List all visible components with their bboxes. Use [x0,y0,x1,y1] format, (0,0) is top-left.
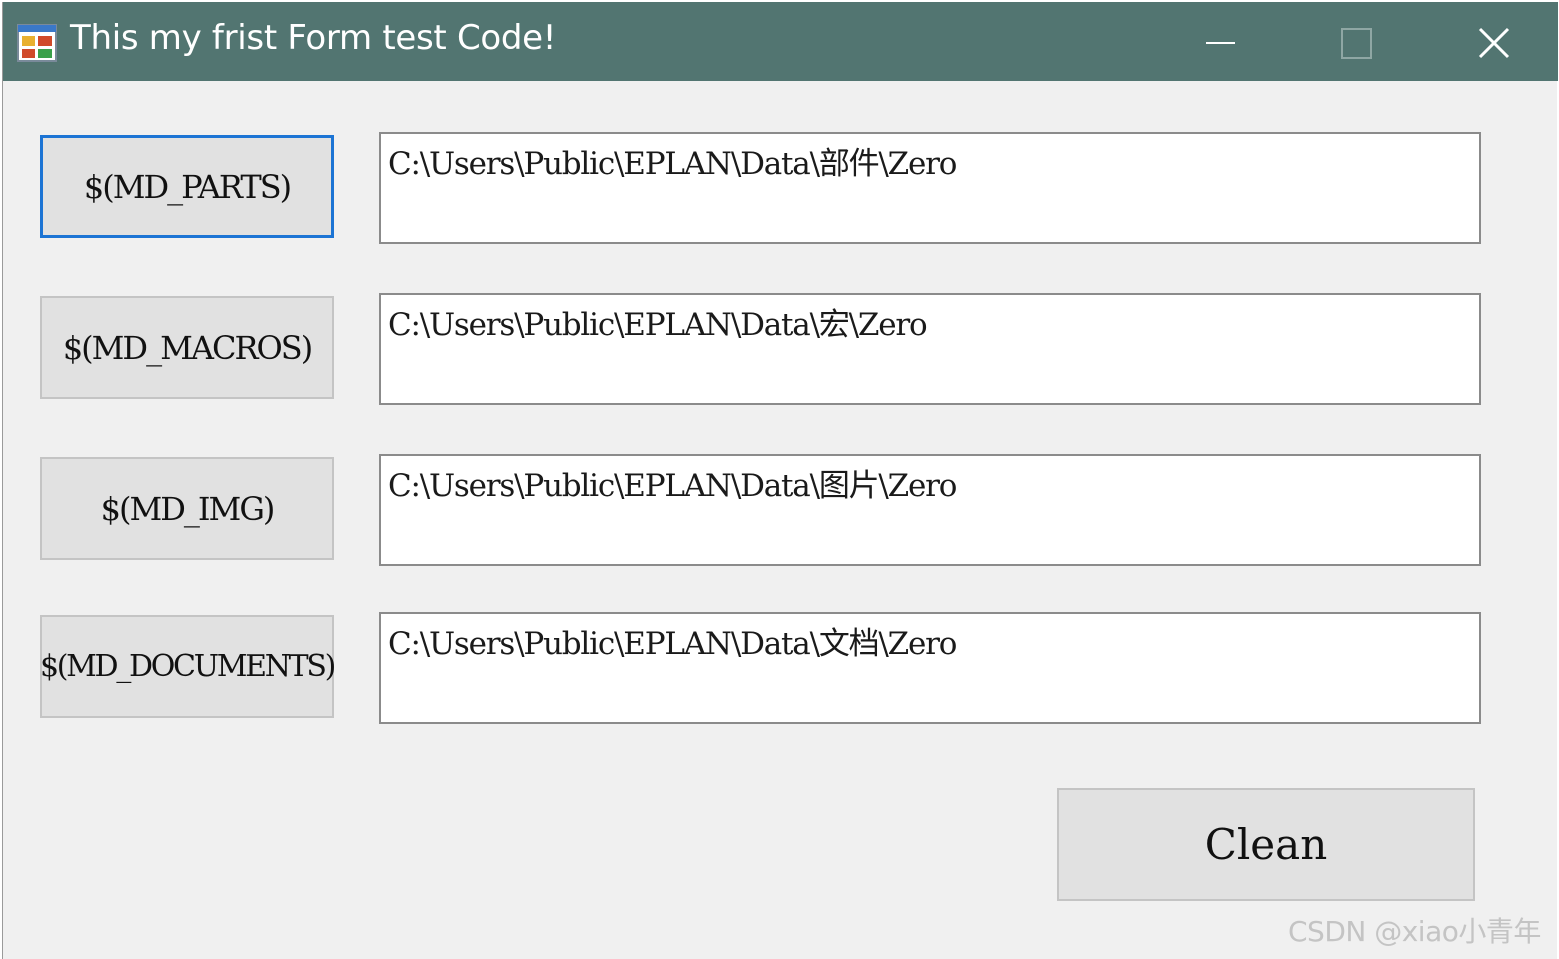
close-icon [1478,27,1510,59]
window-title: This my frist Form test Code! [70,18,557,58]
minimize-button[interactable] [1153,2,1287,81]
md-macros-path-field[interactable]: C:\Users\Public\EPLAN\Data\宏\Zero [379,293,1481,405]
close-button[interactable] [1423,2,1557,81]
watermark: CSDN @xiao小青年 [1288,915,1541,948]
maximize-icon [1341,28,1372,59]
md-documents-path-field[interactable]: C:\Users\Public\EPLAN\Data\文档\Zero [379,612,1481,724]
md-parts-path-field[interactable]: C:\Users\Public\EPLAN\Data\部件\Zero [379,132,1481,244]
md-macros-button[interactable]: $(MD_MACROS) [40,296,334,399]
maximize-button[interactable] [1287,2,1421,81]
md-img-path-field[interactable]: C:\Users\Public\EPLAN\Data\图片\Zero [379,454,1481,566]
form-window: This my frist Form test Code! $(MD_PARTS… [2,2,1558,959]
clean-button[interactable]: Clean [1057,788,1475,901]
md-parts-button[interactable]: $(MD_PARTS) [40,135,334,238]
md-img-button[interactable]: $(MD_IMG) [40,457,334,560]
minimize-icon [1206,42,1235,44]
title-bar[interactable]: This my frist Form test Code! [3,2,1558,81]
md-documents-button[interactable]: $(MD_DOCUMENTS) [40,615,336,718]
app-icon [17,24,57,62]
